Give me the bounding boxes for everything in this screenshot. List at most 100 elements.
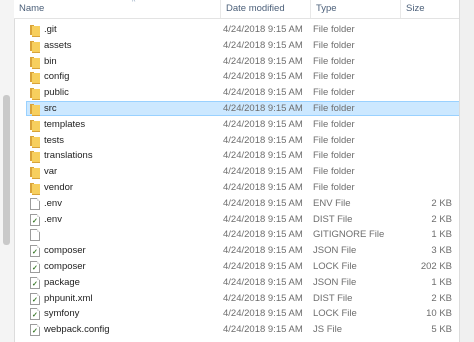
file-type: JSON File xyxy=(313,245,357,257)
file-name: translations xyxy=(44,150,93,162)
file-type: DIST File xyxy=(313,213,353,225)
file-size: 2 KB xyxy=(431,197,452,209)
column-header-type-label: Type xyxy=(316,3,337,14)
folder-icon xyxy=(30,182,42,195)
file-name: webpack.config xyxy=(44,324,110,336)
file-date-modified: 4/24/2018 9:15 AM xyxy=(223,229,303,241)
file-date-modified: 4/24/2018 9:15 AM xyxy=(223,134,303,146)
file-name: .env xyxy=(44,197,62,209)
file-size: 202 KB xyxy=(420,260,452,272)
file-date-modified: 4/24/2018 9:15 AM xyxy=(223,24,303,35)
folder-icon xyxy=(30,166,42,180)
file-list-row[interactable]: ✓ composer 4/24/2018 9:15 AM JSON File 3 KB xyxy=(14,243,460,259)
file-date-modified: 4/24/2018 9:15 AM xyxy=(223,213,303,225)
checked-file-icon: ✓ xyxy=(30,276,42,289)
column-header-name-label: Name xyxy=(19,3,45,14)
file-date-modified: 4/24/2018 9:15 AM xyxy=(223,39,303,51)
column-header-bar: Name ^ Date modified Type Size xyxy=(14,0,460,19)
file-date-modified: 4/24/2018 9:15 AM xyxy=(223,166,303,178)
file-icon xyxy=(30,229,42,242)
file-icon xyxy=(30,197,42,210)
file-name: config xyxy=(44,71,70,83)
file-date-modified: 4/24/2018 9:15 AM xyxy=(223,197,303,209)
folder-icon xyxy=(30,71,42,85)
folder-icon xyxy=(30,150,42,164)
file-name: templates xyxy=(44,118,86,130)
folder-icon xyxy=(30,103,42,116)
scrollbar-thumb[interactable] xyxy=(3,95,10,245)
file-name: bin xyxy=(44,55,57,67)
file-list-row[interactable]: templates 4/24/2018 9:15 AM File folder xyxy=(14,117,460,133)
checked-file-icon: ✓ xyxy=(30,308,42,321)
file-type: File folder xyxy=(313,134,355,146)
file-list-row[interactable]: ✓ composer 4/24/2018 9:15 AM LOCK File 202 K… xyxy=(14,259,460,275)
file-list-row[interactable]: ✓ symfony 4/24/2018 9:15 AM LOCK File 10 KB xyxy=(14,306,460,322)
file-name: composer xyxy=(44,245,86,257)
file-size: 10 KB xyxy=(426,308,452,320)
file-type: File folder xyxy=(313,166,355,178)
navigation-pane-scrollbar[interactable] xyxy=(0,0,15,342)
file-date-modified: 4/24/2018 9:15 AM xyxy=(223,292,303,304)
file-type: File folder xyxy=(313,71,355,83)
file-list-row[interactable]: public 4/24/2018 9:15 AM File folder xyxy=(14,85,460,101)
checked-file-icon: ✓ xyxy=(30,260,42,273)
file-date-modified: 4/24/2018 9:15 AM xyxy=(223,55,303,67)
file-list-row[interactable]: ✓ package 4/24/2018 9:15 AM JSON File 1 KB xyxy=(14,275,460,291)
column-header-date[interactable]: Date modified xyxy=(220,0,310,18)
checked-file-icon: ✓ xyxy=(30,245,42,258)
file-date-modified: 4/24/2018 9:15 AM xyxy=(223,260,303,272)
file-list-row-selected[interactable]: src 4/24/2018 9:15 AM File folder xyxy=(14,100,467,117)
column-header-date-label: Date modified xyxy=(226,3,285,14)
file-type: File folder xyxy=(313,87,355,99)
folder-icon xyxy=(30,40,42,53)
file-list-row[interactable]: ✓ .env 4/24/2018 9:15 AM DIST File 2 KB xyxy=(14,212,460,228)
file-size: 1 KB xyxy=(431,276,452,288)
file-type: LOCK File xyxy=(313,308,357,320)
file-list-row[interactable]: 4/24/2018 9:15 AM GITIGNORE File 1 KB xyxy=(14,227,460,243)
file-type: File folder xyxy=(313,39,355,51)
file-type: File folder xyxy=(313,102,355,114)
file-type: File folder xyxy=(313,55,355,67)
file-name: composer xyxy=(44,260,86,272)
folder-icon xyxy=(30,87,42,101)
file-date-modified: 4/24/2018 9:15 AM xyxy=(223,181,303,193)
file-size: 1 KB xyxy=(431,229,452,241)
file-list-row[interactable]: ✓ webpack.config 4/24/2018 9:15 AM JS File 5… xyxy=(14,322,460,338)
file-size: 3 KB xyxy=(431,245,452,257)
file-type: File folder xyxy=(313,24,355,35)
vertical-scrollbar[interactable] xyxy=(459,0,474,342)
folder-icon xyxy=(30,24,42,37)
column-header-type[interactable]: Type xyxy=(310,0,400,18)
file-list-row[interactable]: var 4/24/2018 9:15 AM File folder xyxy=(14,164,460,180)
file-date-modified: 4/24/2018 9:15 AM xyxy=(223,308,303,320)
folder-icon xyxy=(30,119,42,132)
column-header-size[interactable]: Size xyxy=(400,0,460,18)
file-list-row[interactable]: bin 4/24/2018 9:15 AM File folder xyxy=(14,54,460,70)
file-list-row[interactable]: config 4/24/2018 9:15 AM File folder xyxy=(14,69,460,85)
file-list-row[interactable]: tests 4/24/2018 9:15 AM File folder xyxy=(14,133,460,149)
file-date-modified: 4/24/2018 9:15 AM xyxy=(223,276,303,288)
file-list-row[interactable]: translations 4/24/2018 9:15 AM File folder xyxy=(14,148,460,164)
file-type: File folder xyxy=(313,181,355,193)
file-list-row[interactable]: .git 4/24/2018 9:15 AM File folder xyxy=(14,22,460,38)
file-list-row[interactable]: vendor 4/24/2018 9:15 AM File folder xyxy=(14,180,460,196)
file-name: package xyxy=(44,276,80,288)
file-name: src xyxy=(44,102,57,114)
file-date-modified: 4/24/2018 9:15 AM xyxy=(223,102,303,114)
file-list-row[interactable]: ✓ phpunit.xml 4/24/2018 9:15 AM DIST File 2 … xyxy=(14,291,460,307)
file-type: JSON File xyxy=(313,276,357,288)
file-type: JS File xyxy=(313,324,343,336)
file-list-row[interactable]: .env 4/24/2018 9:15 AM ENV File 2 KB xyxy=(14,196,460,212)
column-header-name[interactable]: Name ^ xyxy=(14,0,220,18)
checked-file-icon: ✓ xyxy=(30,213,42,226)
folder-icon xyxy=(30,56,42,69)
file-type: File folder xyxy=(313,150,355,162)
file-name: tests xyxy=(44,134,65,146)
checked-file-icon: ✓ xyxy=(30,292,42,305)
file-list: .git 4/24/2018 9:15 AM File folder assets 4/… xyxy=(14,22,467,338)
file-list-row[interactable]: assets 4/24/2018 9:15 AM File folder xyxy=(14,38,460,54)
file-date-modified: 4/24/2018 9:15 AM xyxy=(223,245,303,257)
file-date-modified: 4/24/2018 9:15 AM xyxy=(223,87,303,99)
file-name: public xyxy=(44,87,69,99)
file-size: 2 KB xyxy=(431,292,452,304)
